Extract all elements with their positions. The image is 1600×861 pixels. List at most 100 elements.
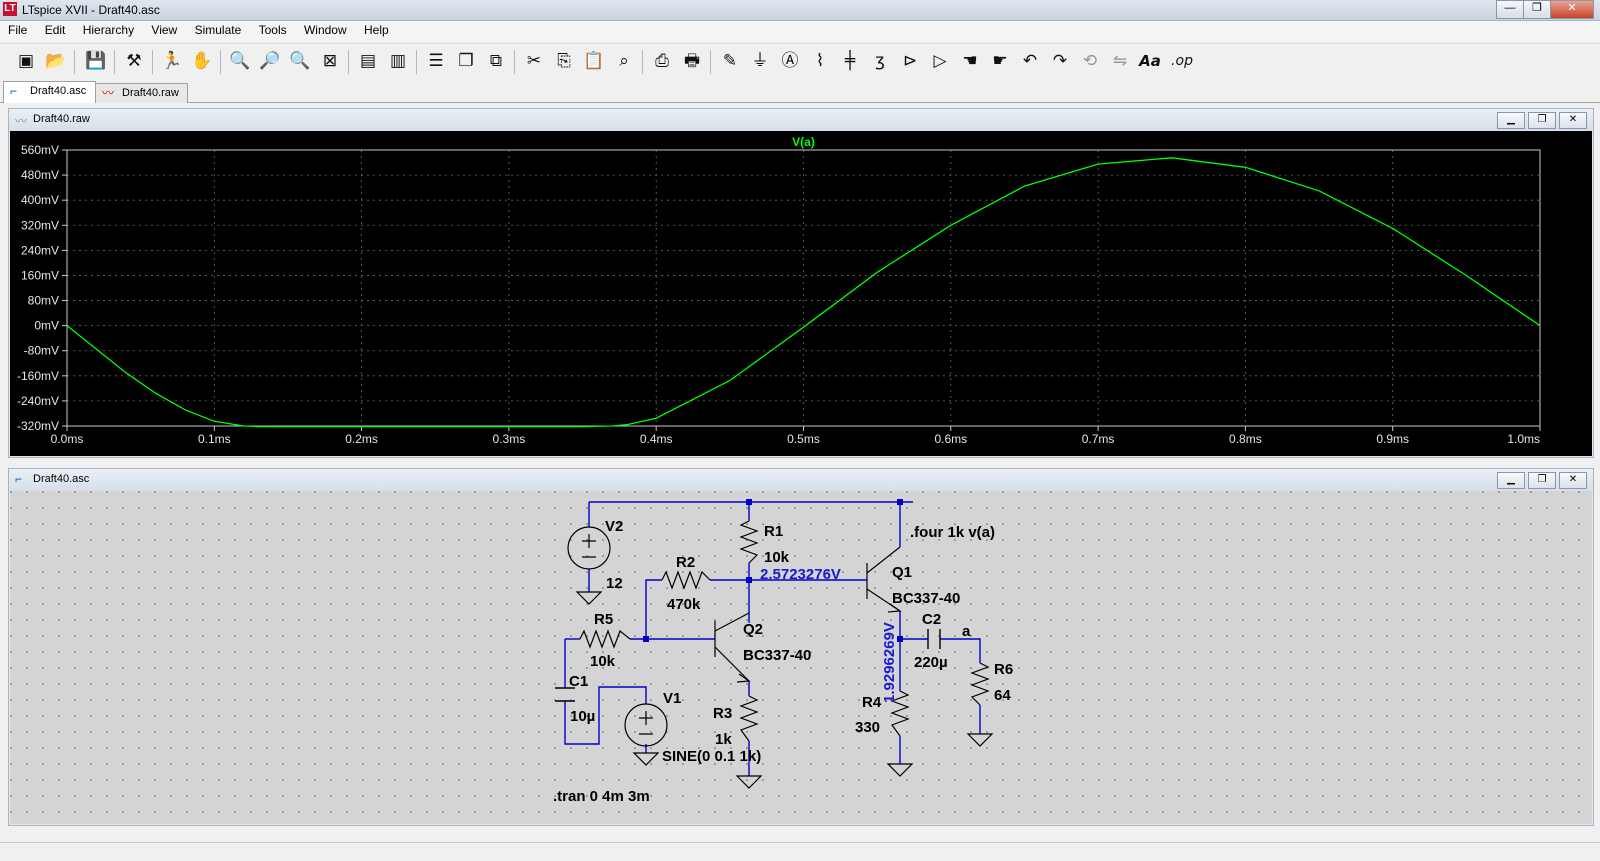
tran-directive[interactable]: .tran 0 4m 3m <box>553 788 650 805</box>
net-label-a[interactable]: a <box>962 623 971 640</box>
ground-icon[interactable]: ⏚ <box>748 49 772 73</box>
r2-value[interactable]: 470k <box>667 596 701 613</box>
control-panel-hammer-icon[interactable]: ⚒ <box>122 49 146 73</box>
cascade-icon[interactable]: ❐ <box>454 49 478 73</box>
label-net-icon[interactable]: Ⓐ <box>778 49 802 73</box>
capacitor-icon[interactable]: ╪ <box>838 49 862 73</box>
menu-window[interactable]: Window <box>297 21 354 37</box>
v1-name[interactable]: V1 <box>663 690 681 707</box>
menu-simulate[interactable]: Simulate <box>188 21 249 37</box>
diode-icon[interactable]: ⊳ <box>898 49 922 73</box>
resistor-icon[interactable]: ⌇ <box>808 49 832 73</box>
four-directive[interactable]: .four 1k v(a) <box>910 524 995 541</box>
menu-file[interactable]: File <box>0 21 34 37</box>
op-voltage-label-2[interactable]: 1.9296269V <box>881 622 898 703</box>
close-button[interactable]: ✕ <box>1559 472 1587 489</box>
y-tick-label: -240mV <box>17 394 59 408</box>
r4-value[interactable]: 330 <box>855 719 880 736</box>
v1-value[interactable]: SINE(0 0.1 1k) <box>662 748 761 765</box>
tab-draft40-asc[interactable]: ⌐ Draft40.asc <box>3 81 96 103</box>
open-folder-icon[interactable]: 📂 <box>44 49 68 73</box>
x-tick-label: 1.0ms <box>1507 432 1540 446</box>
menu-hierarchy[interactable]: Hierarchy <box>76 21 141 37</box>
c1-value[interactable]: 10µ <box>570 708 595 725</box>
r1-value[interactable]: 10k <box>764 549 790 566</box>
x-tick-label: 0.9ms <box>1376 432 1409 446</box>
y-tick-label: 0mV <box>34 319 59 333</box>
tile-horizontal-icon[interactable]: ☰ <box>424 49 448 73</box>
q2-model[interactable]: BC337-40 <box>743 647 811 664</box>
new-schematic-icon[interactable]: ▣ <box>14 49 38 73</box>
tab-draft40-raw[interactable]: 〰 Draft40.raw <box>95 83 188 103</box>
q1-model[interactable]: BC337-40 <box>892 590 960 607</box>
draw-wire-pencil-icon[interactable]: ✎ <box>718 49 742 73</box>
menu-tools[interactable]: Tools <box>252 21 294 37</box>
close-button[interactable]: ✕ <box>1550 0 1594 19</box>
text-aa-icon[interactable]: Aa <box>1138 49 1162 73</box>
restore-button[interactable]: ❐ <box>1528 472 1556 489</box>
c1-name[interactable]: C1 <box>569 673 588 690</box>
r3-value[interactable]: 1k <box>715 731 732 748</box>
waveform-icon: 〰 <box>15 114 28 128</box>
run-simulation-icon[interactable]: 🏃 <box>160 49 184 73</box>
waveform-plot[interactable]: 560mV 480mV 400mV 320mV 240mV 160mV 80mV 0mV -80… <box>10 131 1592 455</box>
pan-icon[interactable]: 🔎 <box>258 49 282 73</box>
halt-hand-icon[interactable]: ✋ <box>190 49 214 73</box>
r2-name[interactable]: R2 <box>676 554 695 571</box>
waveform-window-controls: ▁ ❐ ✕ <box>1494 112 1587 129</box>
trace-label[interactable]: V(a) <box>792 135 815 149</box>
print-preview-icon[interactable]: 🖶 <box>680 49 704 73</box>
zoom-in-icon[interactable]: 🔍 <box>228 49 252 73</box>
inductor-icon[interactable]: ʒ <box>868 49 892 73</box>
r1-name[interactable]: R1 <box>764 523 783 540</box>
redo-icon[interactable]: ↷ <box>1048 49 1072 73</box>
mirror-icon[interactable]: ⇋ <box>1108 49 1132 73</box>
schematic-canvas[interactable]: V2 12 R1 10k R2 470k R5 10k C1 10µ V1 SI… <box>10 491 1592 824</box>
q2-name[interactable]: Q2 <box>743 621 763 638</box>
y-tick-label: -320mV <box>17 419 59 433</box>
r3-name[interactable]: R3 <box>713 705 732 722</box>
op-voltage-label-1[interactable]: 2.5723276V <box>760 566 841 583</box>
cut-icon[interactable]: ✂ <box>522 49 546 73</box>
c2-name[interactable]: C2 <box>922 611 941 628</box>
autorange-icon[interactable]: ▤ <box>356 49 380 73</box>
close-button[interactable]: ✕ <box>1559 112 1587 129</box>
find-binoculars-icon[interactable]: ⌕ <box>612 49 636 73</box>
move-hand-icon[interactable]: ☚ <box>958 49 982 73</box>
zoom-out-icon[interactable]: 🔍 <box>288 49 312 73</box>
menu-help[interactable]: Help <box>357 21 396 37</box>
print-icon[interactable]: ⎙ <box>650 49 674 73</box>
autorange-y-icon[interactable]: ▥ <box>386 49 410 73</box>
v2-value[interactable]: 12 <box>606 575 623 592</box>
minimize-button[interactable]: — <box>1496 0 1524 19</box>
v2-name[interactable]: V2 <box>605 518 623 535</box>
menu-edit[interactable]: Edit <box>38 21 73 37</box>
waveform-plot-area[interactable]: 560mV 480mV 400mV 320mV 240mV 160mV 80mV 0mV -80… <box>10 131 1592 456</box>
schematic-drawing[interactable]: V2 12 R1 10k R2 470k R5 10k C1 10µ V1 SI… <box>10 491 1592 823</box>
restore-button[interactable]: ❐ <box>1523 0 1551 19</box>
minimize-button[interactable]: ▁ <box>1497 472 1525 489</box>
component-icon[interactable]: ▷ <box>928 49 952 73</box>
r4-name[interactable]: R4 <box>862 694 882 711</box>
r5-name[interactable]: R5 <box>594 611 613 628</box>
restore-button[interactable]: ❐ <box>1528 112 1556 129</box>
rotate-icon[interactable]: ⟲ <box>1078 49 1102 73</box>
copy-icon[interactable]: ⎘ <box>552 49 576 73</box>
menu-view[interactable]: View <box>144 21 184 37</box>
q1-name[interactable]: Q1 <box>892 564 912 581</box>
save-icon[interactable]: 💾 <box>84 49 108 73</box>
y-tick-label: 480mV <box>21 168 59 182</box>
y-tick-label: 400mV <box>21 193 59 207</box>
zoom-fit-icon[interactable]: ⊠ <box>318 49 342 73</box>
r6-value[interactable]: 64 <box>994 687 1011 704</box>
undo-icon[interactable]: ↶ <box>1018 49 1042 73</box>
minimize-button[interactable]: ▁ <box>1497 112 1525 129</box>
spice-directive-op-icon[interactable]: .op <box>1170 49 1194 73</box>
r6-name[interactable]: R6 <box>994 661 1013 678</box>
c2-value[interactable]: 220µ <box>914 654 948 671</box>
tile-vertical-icon[interactable]: ⧉ <box>484 49 508 73</box>
paste-icon[interactable]: 📋 <box>582 49 606 73</box>
schematic-window-titlebar: ⌐ Draft40.asc ▁ ❐ ✕ <box>9 469 1593 491</box>
drag-hand-icon[interactable]: ☛ <box>988 49 1012 73</box>
r5-value[interactable]: 10k <box>590 653 616 670</box>
